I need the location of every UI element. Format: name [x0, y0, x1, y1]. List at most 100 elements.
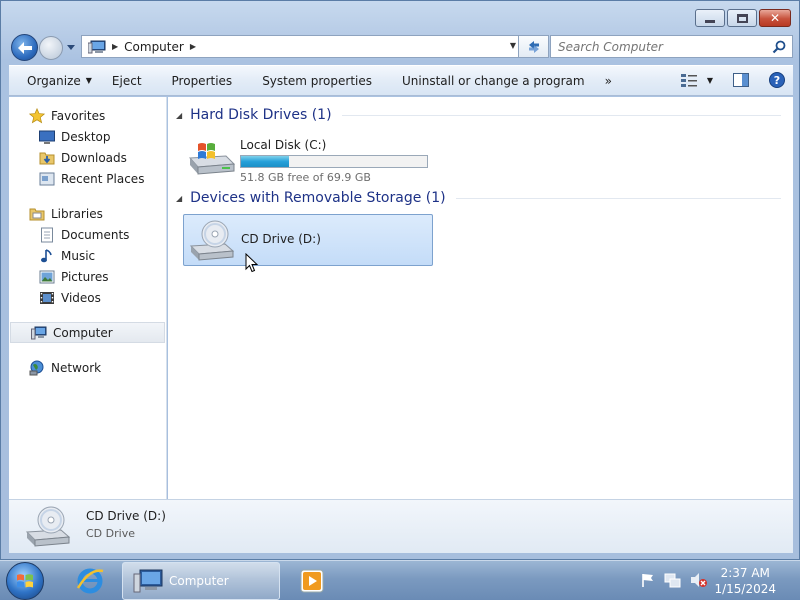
- taskbar-explorer-window[interactable]: Computer: [122, 562, 280, 600]
- star-icon: [29, 107, 45, 123]
- command-bar: Organize ▼ Eject Properties System prope…: [9, 65, 793, 96]
- collapse-triangle-icon[interactable]: ◢: [176, 194, 182, 203]
- eject-label: Eject: [111, 73, 142, 88]
- drive-cd[interactable]: CD Drive (D:): [183, 214, 433, 266]
- documents-icon: [41, 227, 53, 242]
- taskbar-media-player[interactable]: [290, 562, 334, 600]
- address-bar[interactable]: ▶ Computer ▶ ▼: [81, 35, 519, 58]
- search-icon[interactable]: [772, 40, 786, 54]
- internet-explorer-icon: [76, 568, 104, 594]
- desktop-icon: [39, 130, 55, 144]
- search-input[interactable]: [558, 39, 763, 54]
- nav-label: Pictures: [61, 269, 109, 284]
- uninstall-program-button[interactable]: Uninstall or change a program: [382, 66, 595, 95]
- eject-button[interactable]: Eject: [102, 66, 152, 95]
- svg-text:?: ?: [774, 74, 780, 87]
- drive-name: CD Drive (D:): [241, 232, 321, 246]
- group-divider: [455, 197, 781, 199]
- group-header-removable[interactable]: ◢ Devices with Removable Storage (1): [176, 190, 781, 206]
- nav-recent-places[interactable]: Recent Places: [9, 168, 166, 189]
- videos-icon: [40, 291, 54, 304]
- properties-button[interactable]: Properties: [152, 66, 243, 95]
- pictures-icon: [39, 270, 55, 283]
- media-player-icon: [300, 569, 324, 593]
- nav-label: Computer: [53, 325, 113, 340]
- group-header-hard-disk[interactable]: ◢ Hard Disk Drives (1): [176, 107, 781, 123]
- address-dropdown-icon[interactable]: ▼: [510, 41, 516, 50]
- collapse-triangle-icon[interactable]: ◢: [176, 111, 182, 120]
- nav-label: Documents: [61, 227, 130, 242]
- organize-label: Organize: [27, 73, 81, 88]
- network-status-icon[interactable]: [664, 572, 682, 588]
- preview-pane-icon[interactable]: [733, 73, 749, 87]
- navigation-pane: Favorites Desktop Downloads Recent Place…: [9, 97, 167, 499]
- maximize-button[interactable]: [727, 9, 757, 27]
- caption-buttons: ✕: [695, 9, 791, 27]
- details-pane: CD Drive (D:) CD Drive: [9, 499, 793, 553]
- nav-documents[interactable]: Documents: [9, 224, 166, 245]
- close-icon: ✕: [769, 11, 781, 25]
- address-row: ▶ Computer ▶ ▼: [9, 34, 793, 61]
- nav-computer[interactable]: Computer: [10, 322, 165, 343]
- change-view-icon[interactable]: [680, 73, 697, 87]
- computer-icon: [133, 569, 163, 593]
- refresh-button[interactable]: [519, 35, 549, 58]
- nav-label: Network: [51, 360, 102, 375]
- close-button[interactable]: ✕: [759, 9, 791, 27]
- details-item-name: CD Drive (D:): [86, 509, 166, 523]
- computer-icon: [88, 40, 106, 53]
- nav-label: Videos: [61, 290, 101, 305]
- nav-label: Libraries: [51, 206, 103, 221]
- music-icon: [41, 248, 52, 262]
- minimize-button[interactable]: [695, 9, 725, 27]
- details-item-type: CD Drive: [86, 527, 135, 540]
- taskbar-window-label: Computer: [169, 574, 229, 588]
- taskbar-clock[interactable]: 2:37 AM 1/15/2024: [714, 565, 776, 597]
- drive-free-space: 51.8 GB free of 69.9 GB: [240, 171, 371, 184]
- breadcrumb-separator-icon[interactable]: ▶: [112, 42, 118, 51]
- breadcrumb-separator-icon[interactable]: ▶: [190, 42, 196, 51]
- back-button[interactable]: [11, 34, 38, 61]
- system-properties-button[interactable]: System properties: [242, 66, 382, 95]
- taskbar-internet-explorer[interactable]: [68, 562, 112, 600]
- drive-info: Local Disk (C:) 51.8 GB free of 69.9 GB: [240, 131, 428, 184]
- nav-pictures[interactable]: Pictures: [9, 266, 166, 287]
- explorer-window: ✕ ▶ Computer ▶ ▼ Search Computer Organiz…: [0, 0, 800, 560]
- nav-label: Desktop: [61, 129, 111, 144]
- windows-logo-icon: [17, 574, 33, 588]
- recent-pages-dropdown-icon[interactable]: [66, 42, 76, 52]
- downloads-folder-icon: [39, 152, 55, 164]
- nav-desktop[interactable]: Desktop: [9, 126, 166, 147]
- search-box[interactable]: [550, 35, 793, 58]
- nav-label: Music: [61, 248, 96, 263]
- nav-libraries[interactable]: Libraries: [9, 203, 166, 224]
- nav-downloads[interactable]: Downloads: [9, 147, 166, 168]
- refresh-icon: [528, 40, 539, 53]
- drive-local-disk[interactable]: Local Disk (C:) 51.8 GB free of 69.9 GB: [183, 131, 433, 184]
- back-arrow-icon: [17, 41, 32, 54]
- breadcrumb-computer[interactable]: Computer: [124, 40, 184, 54]
- nav-network[interactable]: Network: [9, 357, 166, 378]
- system-properties-label: System properties: [262, 73, 372, 88]
- organize-button[interactable]: Organize ▼: [9, 66, 102, 95]
- network-icon: [29, 360, 44, 375]
- uninstall-label: Uninstall or change a program: [402, 73, 585, 88]
- view-dropdown-icon[interactable]: ▼: [707, 76, 713, 85]
- start-button[interactable]: [6, 562, 44, 600]
- nav-favorites[interactable]: Favorites: [9, 105, 166, 126]
- more-commands-button[interactable]: »: [595, 66, 622, 95]
- taskbar: Computer 2:37 AM 1/15/2024: [0, 560, 800, 600]
- help-icon[interactable]: ?: [769, 72, 785, 88]
- cd-drive-icon: [189, 220, 235, 261]
- nav-music[interactable]: Music: [9, 245, 166, 266]
- forward-button[interactable]: [39, 36, 63, 60]
- volume-muted-icon[interactable]: [690, 572, 708, 588]
- nav-videos[interactable]: Videos: [9, 287, 166, 308]
- clock-date: 1/15/2024: [714, 582, 776, 596]
- maximize-icon: [736, 13, 748, 23]
- libraries-icon: [29, 208, 45, 220]
- group-title: Devices with Removable Storage (1): [190, 190, 446, 206]
- group-divider: [341, 114, 781, 116]
- nav-label: Downloads: [61, 150, 127, 165]
- action-center-flag-icon[interactable]: [640, 572, 656, 588]
